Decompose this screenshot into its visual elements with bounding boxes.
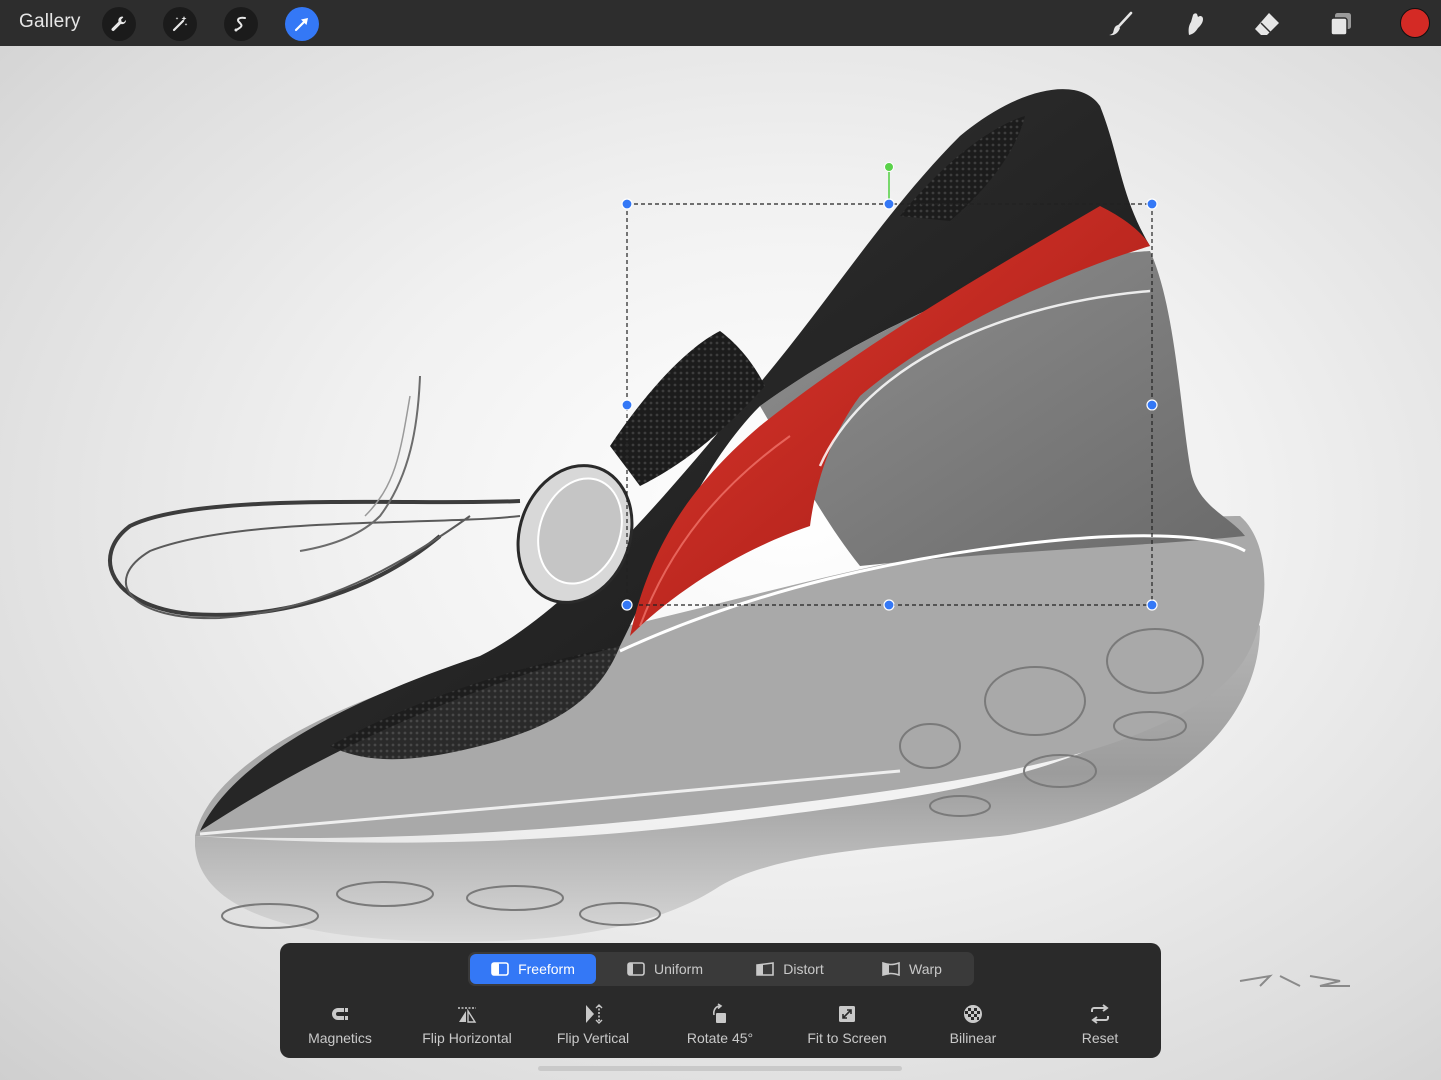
adjustments-button[interactable] <box>163 7 197 41</box>
selection-button[interactable] <box>224 7 258 41</box>
mode-distort[interactable]: Distort <box>728 954 852 984</box>
eraser-icon <box>1255 13 1279 35</box>
mode-warp[interactable]: Warp <box>850 954 974 984</box>
rotate-icon <box>713 1003 726 1023</box>
fit-to-screen-button[interactable]: Fit to Screen <box>782 1003 912 1053</box>
magic-wand-icon <box>172 16 188 32</box>
layers-icon <box>1330 13 1351 36</box>
transform-actions: Magnetics Flip Horizontal Flip Vertical <box>280 1003 1161 1053</box>
color-picker-swatch[interactable] <box>1400 8 1430 38</box>
flip-horizontal-icon <box>458 1007 477 1023</box>
bilinear-icon <box>964 1005 982 1023</box>
flip-horizontal-button[interactable]: Flip Horizontal <box>402 1003 532 1053</box>
reset-icon <box>1091 1004 1109 1024</box>
magnetics-button[interactable]: Magnetics <box>275 1003 405 1053</box>
bilinear-button[interactable]: Bilinear <box>908 1003 1038 1053</box>
reset-button[interactable]: Reset <box>1035 1003 1165 1053</box>
freeform-icon <box>491 962 509 976</box>
transform-arrow-icon <box>294 18 308 32</box>
brush-icon <box>1109 11 1133 36</box>
drawing-canvas[interactable] <box>0 46 1441 1080</box>
brush-tool[interactable] <box>1104 7 1138 41</box>
layers-tool[interactable] <box>1324 7 1358 41</box>
flip-vertical-icon <box>586 1004 603 1024</box>
distort-icon <box>756 962 775 976</box>
selection-icon <box>234 16 246 32</box>
transform-button[interactable] <box>285 7 319 41</box>
actions-wrench-button[interactable] <box>102 7 136 41</box>
magnet-icon <box>332 1008 348 1020</box>
wrench-icon <box>111 16 127 31</box>
transform-mode-segmented-control: Freeform Uniform Distort Warp <box>468 952 974 986</box>
smudge-icon <box>1188 13 1203 35</box>
smudge-tool[interactable] <box>1177 7 1211 41</box>
mode-freeform[interactable]: Freeform <box>470 954 596 984</box>
rotate-45-button[interactable]: Rotate 45° <box>655 1003 785 1053</box>
eraser-tool[interactable] <box>1250 7 1284 41</box>
top-toolbar: Gallery <box>0 0 1441 46</box>
transform-panel: Freeform Uniform Distort Warp Magnetics … <box>280 943 1161 1058</box>
flip-vertical-button[interactable]: Flip Vertical <box>528 1003 658 1053</box>
shoe-sketch-artwork <box>108 89 1350 987</box>
warp-icon <box>882 962 900 976</box>
home-indicator <box>538 1066 902 1071</box>
gallery-button[interactable]: Gallery <box>19 11 81 33</box>
fit-screen-icon <box>839 1006 855 1022</box>
uniform-icon <box>627 962 645 976</box>
mode-uniform[interactable]: Uniform <box>603 954 727 984</box>
